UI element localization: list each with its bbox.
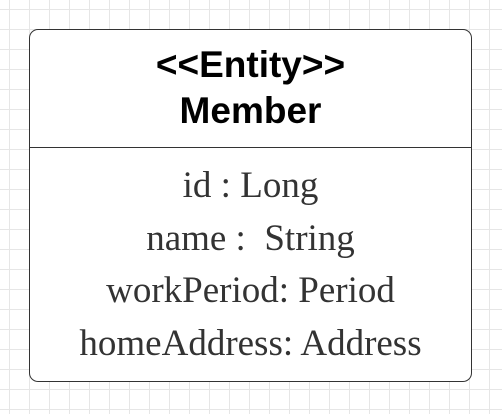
attribute-id: id : Long [182,165,319,206]
attribute-name: name : String [146,217,355,259]
attribute-work-period: workPeriod: Period [106,270,395,311]
entity-class-box[interactable]: <<Entity>> Member id : Long name : Strin… [29,29,472,382]
class-stereotype: <<Entity>> [155,43,346,85]
attribute-home-address: homeAddress: Address [79,322,422,364]
class-attributes: id : Long name : String workPeriod: Peri… [30,160,471,370]
class-header: <<Entity>> Member [30,30,471,148]
class-name: Member [179,89,322,131]
